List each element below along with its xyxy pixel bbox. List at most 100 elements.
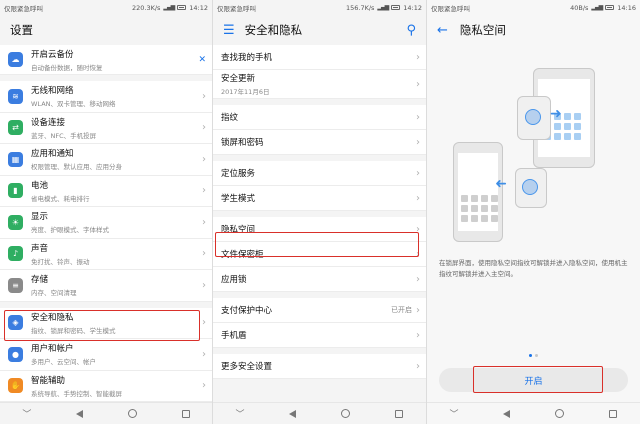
item-title: 文件保密柜	[221, 250, 264, 260]
battery-icon: ▮	[8, 183, 23, 199]
item-subtitle: 多用户、云空间、帐户	[31, 358, 96, 367]
item-title: 支付保护中心	[221, 306, 273, 316]
settings-item[interactable]: ✋ 智能辅助 系统导航、手势控制、智能截屏 ›	[0, 370, 212, 402]
item-subtitle: 权限管理、默认应用、应用分身	[31, 163, 122, 172]
search-icon[interactable]: ⚲	[406, 23, 416, 38]
close-icon[interactable]: ✕	[198, 55, 206, 65]
device-connect-icon: ⇄	[8, 120, 23, 136]
clock: 14:12	[403, 3, 422, 12]
accessibility-icon: ✋	[8, 378, 23, 394]
chevron-right-icon: ›	[202, 348, 206, 360]
chevron-right-icon: ›	[202, 380, 206, 392]
item-title: 指纹	[221, 113, 239, 123]
page-header: ← 隐私空间	[427, 15, 640, 45]
security-item[interactable]: 指纹 ›	[213, 105, 426, 130]
item-title: 学生模式	[221, 194, 256, 204]
settings-item[interactable]: ≡ 存储 内存、空间清理 ›	[0, 270, 212, 302]
page-title: 安全和隐私	[244, 23, 303, 37]
item-subtitle: 亮度、护眼模式、字体样式	[31, 226, 109, 235]
security-item[interactable]: 锁屏和密码 ›	[213, 130, 426, 155]
settings-item[interactable]: ≋ 无线和网络 WLAN、双卡管理、移动网络 ›	[0, 81, 212, 113]
private-space-illustration: ➜ ➜	[445, 60, 625, 250]
status-bar: 仅限紧急呼叫 220.3K/s ▂▄▆ 14:12	[0, 0, 212, 15]
chevron-right-icon: ›	[416, 329, 420, 341]
security-item[interactable]: 支付保护中心 已开启 ›	[213, 298, 426, 323]
item-subtitle: 指纹、锁屏和密码、学生模式	[31, 326, 116, 335]
page-indicator	[427, 354, 640, 357]
item-title: 智能辅助	[31, 375, 66, 386]
home-nav-icon[interactable]	[555, 409, 565, 418]
clock: 14:12	[189, 3, 208, 12]
chevron-down-icon[interactable]: ﹀	[235, 407, 244, 420]
security-item[interactable]: 学生模式 ›	[213, 186, 426, 211]
chevron-right-icon: ›	[202, 153, 206, 165]
settings-item[interactable]: ▦ 应用和通知 权限管理、默认应用、应用分身 ›	[0, 144, 212, 176]
settings-item[interactable]: ▮ 电池 省电模式、耗电排行 ›	[0, 175, 212, 207]
security-item[interactable]: 文件保密柜 ›	[213, 242, 426, 267]
sound-icon: ♪	[8, 246, 23, 262]
settings-item[interactable]: ● 用户和帐户 多用户、云空间、帐户 ›	[0, 339, 212, 371]
settings-item[interactable]: ♪ 声音免打扰、铃声、振动 ›	[0, 238, 212, 270]
item-title: 安全和隐私	[31, 312, 74, 323]
home-nav-icon[interactable]	[127, 409, 137, 418]
recents-nav-icon[interactable]	[181, 409, 190, 418]
cloud-icon: ☁	[8, 52, 23, 67]
security-item[interactable]: 安全更新 2017年11月6日 ›	[213, 70, 426, 99]
chevron-right-icon: ›	[416, 78, 420, 90]
network-speed: 156.7K/s	[345, 3, 375, 12]
chevron-right-icon: ›	[416, 136, 420, 148]
settings-item[interactable]: ☀ 显示 亮度、护眼模式、字体样式 ›	[0, 207, 212, 239]
lockscreen-card	[515, 168, 547, 208]
chevron-right-icon: ›	[416, 223, 420, 235]
back-nav-icon[interactable]	[289, 409, 297, 418]
right-arrow-icon: ➜	[550, 106, 562, 122]
security-item[interactable]: 查找我的手机 ›	[213, 45, 426, 70]
back-nav-icon[interactable]	[503, 409, 511, 418]
recents-nav-icon[interactable]	[395, 409, 404, 418]
security-item[interactable]: 应用锁 ›	[213, 267, 426, 292]
item-subtitle: 蓝牙、NFC、手机投屏	[31, 131, 97, 140]
item-title: 显示	[31, 212, 49, 223]
chevron-right-icon: ›	[202, 248, 206, 260]
menu-icon[interactable]: ☰	[223, 23, 235, 38]
security-item[interactable]: 定位服务 ›	[213, 161, 426, 186]
cloud-backup-banner[interactable]: ☁ 开启云备份 自动备份数据，随时恢复 ✕	[0, 45, 212, 75]
signal-icon: ▂▄▆	[163, 4, 175, 11]
item-title: 声音	[31, 243, 49, 254]
back-arrow-icon[interactable]: ←	[437, 23, 448, 38]
chevron-right-icon: ›	[202, 317, 206, 329]
storage-icon: ≡	[8, 277, 23, 293]
security-item[interactable]: 隐私空间 ›	[213, 217, 426, 242]
item-subtitle: 免打扰、铃声、振动	[31, 257, 90, 266]
recents-nav-icon[interactable]	[609, 409, 618, 418]
settings-item[interactable]: ◈ 安全和隐私 指纹、锁屏和密码、学生模式 ›	[0, 307, 212, 339]
enable-button[interactable]: 开启	[439, 368, 628, 392]
banner-title: 开启云备份	[31, 49, 74, 60]
item-subtitle: 内存、空间清理	[31, 289, 77, 298]
chevron-right-icon: ›	[202, 216, 206, 228]
security-item[interactable]: 更多安全设置 ›	[213, 354, 426, 379]
page-header: ☰ 安全和隐私 ⚲	[213, 15, 426, 45]
signal-icon: ▂▄▆	[591, 4, 603, 11]
signal-icon: ▂▄▆	[377, 4, 389, 11]
chevron-right-icon: ›	[202, 122, 206, 134]
item-title: 安全更新	[221, 74, 256, 84]
page-title: 设置	[10, 23, 33, 37]
security-item[interactable]: 手机盾 ›	[213, 323, 426, 348]
nav-bar: ﹀	[427, 402, 640, 424]
chevron-down-icon[interactable]: ﹀	[22, 407, 31, 420]
battery-status-icon	[391, 5, 401, 10]
item-subtitle: 2017年11月6日	[221, 88, 270, 96]
network-speed: 220.3K/s	[131, 3, 161, 12]
settings-item[interactable]: ⇄ 设备连接 蓝牙、NFC、手机投屏 ›	[0, 112, 212, 144]
home-nav-icon[interactable]	[341, 409, 351, 418]
item-title: 用户和帐户	[31, 344, 74, 355]
clock: 14:16	[617, 3, 636, 12]
chevron-down-icon[interactable]: ﹀	[449, 407, 458, 420]
item-subtitle: 省电模式、耗电排行	[31, 194, 90, 203]
back-nav-icon[interactable]	[76, 409, 84, 418]
item-title: 应用和通知	[31, 149, 74, 160]
status-bar: 仅限紧急呼叫 40B/s ▂▄▆ 14:16	[427, 0, 640, 15]
chevron-right-icon: ›	[416, 51, 420, 63]
description-text: 在锁屏界面，使用隐私空间指纹可解锁并进入隐私空间，使用机主指纹可解锁并进入主空间…	[439, 259, 628, 278]
